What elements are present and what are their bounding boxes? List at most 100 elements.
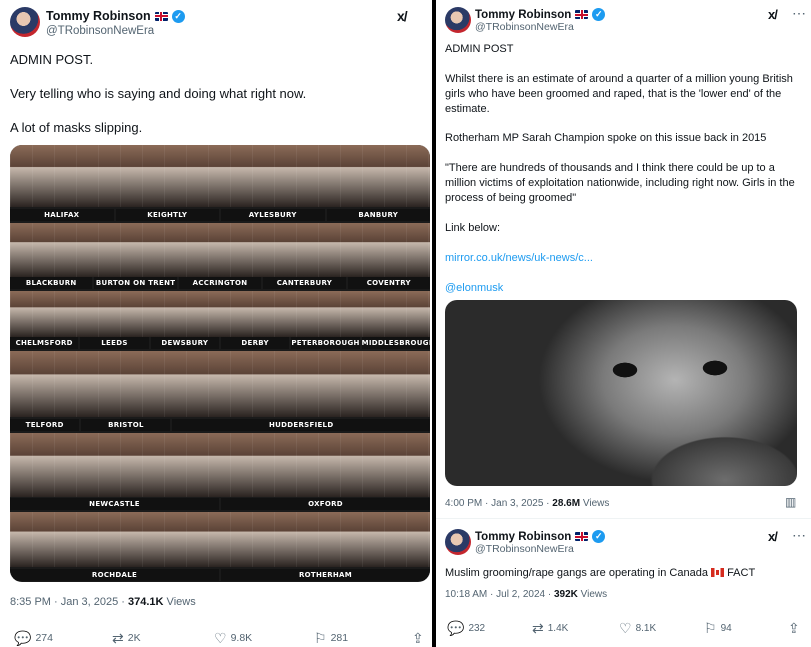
tweet-line: ADMIN POST. (10, 52, 94, 67)
author-row[interactable]: Tommy Robinson ✓ (46, 9, 185, 23)
town-label: BLACKBURN (10, 277, 93, 289)
collage-label-row: NEWCASTLE OXFORD (10, 498, 430, 510)
town-label: NEWCASTLE (10, 498, 219, 510)
author-name[interactable]: Tommy Robinson (46, 9, 151, 23)
author-handle[interactable]: @TRobinsonNewEra (475, 21, 574, 33)
town-label: BANBURY (326, 209, 430, 221)
more-options-icon[interactable]: ⋯ (792, 527, 806, 544)
mugshot-collage-image[interactable]: HALIFAX KEIGHTLY AYLESBURY BANBURY BLACK… (10, 145, 430, 582)
photo-strip (10, 145, 430, 207)
like-button[interactable]: ♡ 8.1K (619, 621, 656, 635)
like-count: 8.1K (635, 622, 657, 634)
share-button[interactable]: ⇪ (412, 631, 424, 645)
bookmark-count: 281 (330, 632, 349, 644)
tweet-photo[interactable] (445, 300, 797, 486)
town-label: DERBY (220, 337, 290, 349)
repost-button[interactable]: ⇄ 1.4K (532, 621, 568, 635)
tweet-line: Rotherham MP Sarah Champion spoke on thi… (445, 132, 767, 144)
author-handle[interactable]: @TRobinsonNewEra (46, 25, 154, 37)
town-label: AYLESBURY (221, 209, 325, 221)
photo-strip (10, 223, 430, 277)
bookmark-button[interactable]: ⚐ 94 (704, 621, 732, 635)
repost-icon: ⇄ (532, 620, 544, 636)
town-label: HUDDERSFIELD (172, 419, 430, 431)
town-label: ROTHERHAM (221, 569, 430, 581)
reply-icon: 💬 (14, 630, 32, 646)
share-icon: ⇪ (788, 620, 800, 636)
tweet-timestamp[interactable]: 10:18 AM · Jul 2, 2024 · (445, 589, 554, 600)
heart-icon: ♡ (214, 630, 227, 646)
tweet-line: Link below: (445, 222, 501, 234)
uk-flag-icon (575, 532, 589, 541)
author-row[interactable]: Tommy Robinson ✓ (475, 530, 606, 543)
avatar[interactable] (445, 7, 471, 33)
town-label: KEIGHTLY (115, 209, 219, 221)
tweet-line-end: FACT (727, 567, 756, 579)
reply-icon: 💬 (447, 620, 465, 636)
view-count: 374.1K (128, 596, 164, 608)
bookmark-icon: ⚐ (704, 620, 717, 636)
repost-count: 1.4K (547, 622, 569, 634)
tweet-meta: 10:18 AM · Jul 2, 2024 · 392K Views (445, 589, 607, 600)
bookmark-button[interactable]: ⚐ 281 (314, 631, 348, 645)
views-label: Views (577, 589, 608, 600)
reply-button[interactable]: 💬 274 (14, 631, 53, 645)
tweet-body: Muslim grooming/rape gangs are operating… (445, 565, 797, 582)
tweet-body: ADMIN POST. Very telling who is saying a… (10, 51, 425, 136)
author-row[interactable]: Tommy Robinson ✓ (475, 8, 606, 21)
reply-count: 232 (468, 622, 486, 634)
tweet-line: Very telling who is saying and doing wha… (10, 86, 307, 101)
town-label: COVENTRY (347, 277, 430, 289)
photo-strip (10, 512, 430, 567)
mention-link[interactable]: @elonmusk (445, 281, 797, 296)
town-label: ACCRINGTON (178, 277, 262, 289)
collage-label-row: ROCHDALE ROTHERHAM (10, 569, 430, 581)
bookmark-count: 94 (720, 622, 732, 634)
reply-button[interactable]: 💬 232 (447, 621, 485, 635)
more-options-icon[interactable]: ⋯ (792, 5, 806, 22)
tweet-meta: 8:35 PM · Jan 3, 2025 · 374.1K Views (10, 596, 196, 608)
verified-badge-icon: ✓ (592, 8, 606, 21)
collage-label-row: CHELMSFORD LEEDS DEWSBURY DERBY PETERBOR… (10, 337, 430, 349)
avatar[interactable] (10, 7, 40, 37)
share-button[interactable]: ⇪ (788, 621, 800, 635)
repost-icon: ⇄ (112, 630, 124, 646)
collage-label-row: BLACKBURN BURTON ON TRENT ACCRINGTON CAN… (10, 277, 430, 289)
like-button[interactable]: ♡ 9.8K (214, 631, 252, 645)
reply-count: 274 (35, 632, 53, 644)
repost-button[interactable]: ⇄ 2K (112, 631, 141, 645)
town-label: OXFORD (221, 498, 430, 510)
author-name[interactable]: Tommy Robinson (475, 531, 571, 543)
author-handle[interactable]: @TRobinsonNewEra (475, 543, 574, 555)
tweet-line: ADMIN POST (445, 43, 514, 55)
town-label: CANTERBURY (263, 277, 346, 289)
bookmark-icon: ⚐ (314, 630, 327, 646)
grok-icon[interactable]: x/ (397, 8, 408, 24)
view-count: 392K (553, 589, 578, 600)
views-label: Views (580, 498, 610, 509)
canada-flag-icon (711, 568, 724, 577)
town-label: BRISTOL (81, 419, 171, 431)
heart-icon: ♡ (619, 620, 632, 636)
tweet-timestamp[interactable]: 8:35 PM · Jan 3, 2025 · (10, 596, 128, 608)
town-label: TELFORD (10, 419, 80, 431)
analytics-icon[interactable]: ▥ (785, 495, 796, 509)
left-tweet-panel: Tommy Robinson ✓ @TRobinsonNewEra x/ ADM… (0, 0, 432, 647)
grok-icon[interactable]: x/ (768, 529, 778, 544)
photo-strip (10, 433, 430, 497)
town-label: DEWSBURY (150, 337, 219, 349)
article-link[interactable]: mirror.co.uk/news/uk-news/c... (445, 251, 797, 266)
town-label: PETERBOROUGH (291, 337, 360, 349)
repost-count: 2K (127, 632, 141, 644)
town-label: ROCHDALE (10, 569, 219, 581)
author-name[interactable]: Tommy Robinson (475, 9, 571, 21)
uk-flag-icon (575, 10, 589, 19)
tweet-line: Muslim grooming/rape gangs are operating… (445, 567, 708, 579)
grok-icon[interactable]: x/ (768, 7, 778, 22)
photo-strip (10, 291, 430, 337)
views-label: Views (163, 596, 196, 608)
like-count: 9.8K (230, 632, 253, 644)
tweet-timestamp[interactable]: 4:00 PM · Jan 3, 2025 · (445, 498, 552, 509)
collage-label-row: HALIFAX KEIGHTLY AYLESBURY BANBURY (10, 209, 430, 221)
avatar[interactable] (445, 529, 471, 555)
